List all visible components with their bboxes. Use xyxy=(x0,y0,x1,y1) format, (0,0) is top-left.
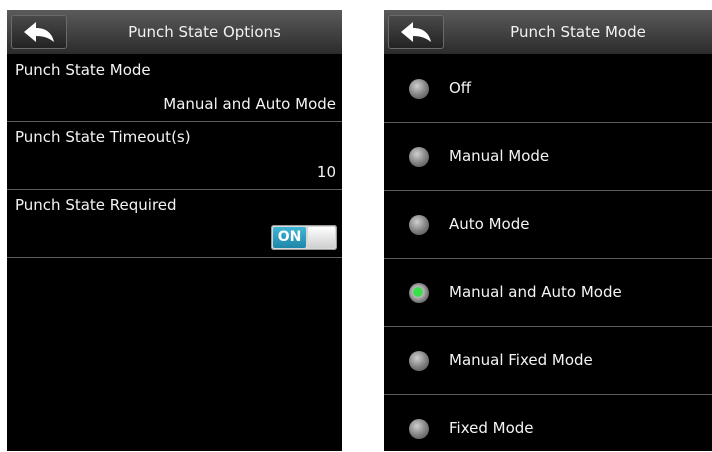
mode-option-label: Off xyxy=(449,79,472,97)
punch-state-mode-screen: Punch State Mode Off Manual Mode Auto Mo… xyxy=(384,10,712,451)
mode-option-label: Manual and Auto Mode xyxy=(449,283,622,301)
page-title: Punch State Mode xyxy=(510,23,646,41)
radio-button-icon xyxy=(409,283,429,303)
back-arrow-icon xyxy=(401,22,431,42)
mode-option-label: Auto Mode xyxy=(449,215,530,233)
back-button[interactable] xyxy=(388,15,444,49)
back-button[interactable] xyxy=(11,15,67,49)
punch-state-required-toggle[interactable]: ON xyxy=(271,225,337,250)
mode-option[interactable]: Auto Mode xyxy=(384,191,712,259)
mode-option-label: Manual Fixed Mode xyxy=(449,351,593,369)
punch-state-options-screen: Punch State Options Punch State Mode Man… xyxy=(7,10,342,451)
menu-item-value: Manual and Auto Mode xyxy=(163,95,336,113)
mode-option[interactable]: Manual Mode xyxy=(384,123,712,191)
menu-item-punch-state-mode[interactable]: Punch State Mode Manual and Auto Mode xyxy=(7,55,342,122)
menu-item-label: Punch State Timeout(s) xyxy=(15,128,191,146)
radio-button-icon xyxy=(409,215,429,235)
mode-option[interactable]: Fixed Mode xyxy=(384,395,712,451)
radio-button-icon xyxy=(409,147,429,167)
menu-item-label: Punch State Mode xyxy=(15,61,151,79)
back-arrow-icon xyxy=(24,22,54,42)
radio-button-icon xyxy=(409,419,429,439)
mode-option[interactable]: Manual and Auto Mode xyxy=(384,259,712,327)
title-bar: Punch State Mode xyxy=(384,10,712,54)
menu-item-punch-state-required: Punch State Required ON xyxy=(7,190,342,258)
mode-option-label: Manual Mode xyxy=(449,147,550,165)
menu-item-value: 10 xyxy=(316,163,336,181)
page-title: Punch State Options xyxy=(128,23,281,41)
radio-button-icon xyxy=(409,351,429,371)
title-bar: Punch State Options xyxy=(7,10,342,54)
menu-item-punch-state-timeout[interactable]: Punch State Timeout(s) 10 xyxy=(7,122,342,190)
mode-option[interactable]: Manual Fixed Mode xyxy=(384,327,712,395)
menu-item-label: Punch State Required xyxy=(15,196,177,214)
toggle-knob xyxy=(308,227,335,248)
radio-button-icon xyxy=(409,79,429,99)
toggle-on-label: ON xyxy=(273,227,306,248)
mode-option[interactable]: Off xyxy=(384,55,712,123)
mode-option-label: Fixed Mode xyxy=(449,419,534,437)
